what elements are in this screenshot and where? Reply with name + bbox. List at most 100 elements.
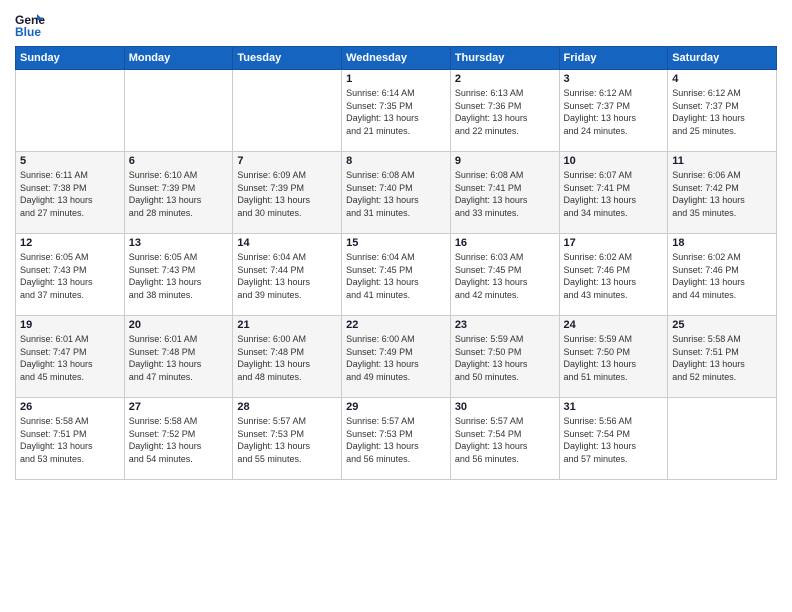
day-cell: 16Sunrise: 6:03 AM Sunset: 7:45 PM Dayli… xyxy=(450,234,559,316)
day-cell xyxy=(16,70,125,152)
day-cell: 26 Sunrise: 5:58 AM Sunset: 7:51 PM Dayli… xyxy=(16,398,125,480)
day-number: 27 xyxy=(129,401,229,413)
day-info: Sunrise: 6:00 AM Sunset: 7:48 PM Dayligh… xyxy=(237,333,337,383)
day-number: 2 xyxy=(455,73,555,85)
logo-icon: General Blue xyxy=(15,10,45,40)
day-number: 10 xyxy=(564,155,664,167)
week-row-5: 26 Sunrise: 5:58 AM Sunset: 7:51 PM Dayli… xyxy=(16,398,777,480)
day-cell: 5Sunrise: 6:11 AM Sunset: 7:38 PM Daylig… xyxy=(16,152,125,234)
day-number: 25 xyxy=(672,319,772,331)
week-row-3: 12 Sunrise: 6:05 AM Sunset: 7:43 PM Dayli… xyxy=(16,234,777,316)
day-cell: 1Sunrise: 6:14 AM Sunset: 7:35 PM Daylig… xyxy=(342,70,451,152)
day-info: Sunrise: 6:11 AM Sunset: 7:38 PM Dayligh… xyxy=(20,169,120,219)
day-cell: 30 Sunrise: 5:57 AM Sunset: 7:54 PM Dayli… xyxy=(450,398,559,480)
day-number: 28 xyxy=(237,401,337,413)
weekday-sunday: Sunday xyxy=(16,47,125,70)
weekday-thursday: Thursday xyxy=(450,47,559,70)
day-info: Sunrise: 6:02 AM Sunset: 7:46 PM Dayligh… xyxy=(564,251,664,301)
weekday-tuesday: Tuesday xyxy=(233,47,342,70)
day-info: Sunrise: 6:05 AM Sunset: 7:43 PM Dayligh… xyxy=(20,251,120,301)
day-number: 26 xyxy=(20,401,120,413)
day-cell: 6Sunrise: 6:10 AM Sunset: 7:39 PM Daylig… xyxy=(124,152,233,234)
day-info: Sunrise: 6:05 AM Sunset: 7:43 PM Dayligh… xyxy=(129,251,229,301)
week-row-1: 1Sunrise: 6:14 AM Sunset: 7:35 PM Daylig… xyxy=(16,70,777,152)
week-row-4: 19 Sunrise: 6:01 AM Sunset: 7:47 PM Dayli… xyxy=(16,316,777,398)
day-number: 4 xyxy=(672,73,772,85)
day-cell: 17 Sunrise: 6:02 AM Sunset: 7:46 PM Dayli… xyxy=(559,234,668,316)
day-cell: 28Sunrise: 5:57 AM Sunset: 7:53 PM Dayli… xyxy=(233,398,342,480)
day-info: Sunrise: 6:00 AM Sunset: 7:49 PM Dayligh… xyxy=(346,333,446,383)
day-info: Sunrise: 6:09 AM Sunset: 7:39 PM Dayligh… xyxy=(237,169,337,219)
day-number: 23 xyxy=(455,319,555,331)
day-info: Sunrise: 5:57 AM Sunset: 7:53 PM Dayligh… xyxy=(346,415,446,465)
weekday-saturday: Saturday xyxy=(668,47,777,70)
day-number: 21 xyxy=(237,319,337,331)
day-cell: 29 Sunrise: 5:57 AM Sunset: 7:53 PM Dayli… xyxy=(342,398,451,480)
day-cell: 14Sunrise: 6:04 AM Sunset: 7:44 PM Dayli… xyxy=(233,234,342,316)
day-number: 24 xyxy=(564,319,664,331)
day-cell: 31 Sunrise: 5:56 AM Sunset: 7:54 PM Dayli… xyxy=(559,398,668,480)
day-info: Sunrise: 5:58 AM Sunset: 7:51 PM Dayligh… xyxy=(20,415,120,465)
calendar-page: General Blue SundayMondayTuesdayWednesda… xyxy=(0,0,792,612)
week-row-2: 5Sunrise: 6:11 AM Sunset: 7:38 PM Daylig… xyxy=(16,152,777,234)
calendar-table: SundayMondayTuesdayWednesdayThursdayFrid… xyxy=(15,46,777,480)
day-info: Sunrise: 6:08 AM Sunset: 7:40 PM Dayligh… xyxy=(346,169,446,219)
day-info: Sunrise: 6:01 AM Sunset: 7:48 PM Dayligh… xyxy=(129,333,229,383)
day-number: 31 xyxy=(564,401,664,413)
day-info: Sunrise: 5:56 AM Sunset: 7:54 PM Dayligh… xyxy=(564,415,664,465)
day-info: Sunrise: 5:58 AM Sunset: 7:51 PM Dayligh… xyxy=(672,333,772,383)
day-number: 9 xyxy=(455,155,555,167)
day-number: 17 xyxy=(564,237,664,249)
day-cell: 9 Sunrise: 6:08 AM Sunset: 7:41 PM Daylig… xyxy=(450,152,559,234)
day-info: Sunrise: 5:57 AM Sunset: 7:54 PM Dayligh… xyxy=(455,415,555,465)
day-cell xyxy=(124,70,233,152)
day-number: 11 xyxy=(672,155,772,167)
day-info: Sunrise: 6:06 AM Sunset: 7:42 PM Dayligh… xyxy=(672,169,772,219)
day-info: Sunrise: 6:12 AM Sunset: 7:37 PM Dayligh… xyxy=(672,87,772,137)
day-cell: 27 Sunrise: 5:58 AM Sunset: 7:52 PM Dayli… xyxy=(124,398,233,480)
day-number: 8 xyxy=(346,155,446,167)
day-cell xyxy=(233,70,342,152)
day-number: 20 xyxy=(129,319,229,331)
day-cell: 24 Sunrise: 5:59 AM Sunset: 7:50 PM Dayli… xyxy=(559,316,668,398)
day-number: 30 xyxy=(455,401,555,413)
day-number: 3 xyxy=(564,73,664,85)
day-cell: 4 Sunrise: 6:12 AM Sunset: 7:37 PM Daylig… xyxy=(668,70,777,152)
day-cell: 2 Sunrise: 6:13 AM Sunset: 7:36 PM Daylig… xyxy=(450,70,559,152)
day-number: 18 xyxy=(672,237,772,249)
day-info: Sunrise: 5:59 AM Sunset: 7:50 PM Dayligh… xyxy=(564,333,664,383)
day-cell: 25 Sunrise: 5:58 AM Sunset: 7:51 PM Dayli… xyxy=(668,316,777,398)
weekday-friday: Friday xyxy=(559,47,668,70)
day-number: 22 xyxy=(346,319,446,331)
logo: General Blue xyxy=(15,10,49,40)
day-info: Sunrise: 6:14 AM Sunset: 7:35 PM Dayligh… xyxy=(346,87,446,137)
day-number: 12 xyxy=(20,237,120,249)
weekday-wednesday: Wednesday xyxy=(342,47,451,70)
day-cell: 18 Sunrise: 6:02 AM Sunset: 7:46 PM Dayli… xyxy=(668,234,777,316)
day-cell: 13Sunrise: 6:05 AM Sunset: 7:43 PM Dayli… xyxy=(124,234,233,316)
day-info: Sunrise: 6:13 AM Sunset: 7:36 PM Dayligh… xyxy=(455,87,555,137)
weekday-monday: Monday xyxy=(124,47,233,70)
day-number: 14 xyxy=(237,237,337,249)
day-number: 29 xyxy=(346,401,446,413)
day-cell: 7Sunrise: 6:09 AM Sunset: 7:39 PM Daylig… xyxy=(233,152,342,234)
day-info: Sunrise: 6:02 AM Sunset: 7:46 PM Dayligh… xyxy=(672,251,772,301)
day-info: Sunrise: 6:07 AM Sunset: 7:41 PM Dayligh… xyxy=(564,169,664,219)
day-info: Sunrise: 6:01 AM Sunset: 7:47 PM Dayligh… xyxy=(20,333,120,383)
day-cell: 19 Sunrise: 6:01 AM Sunset: 7:47 PM Dayli… xyxy=(16,316,125,398)
day-cell: 10 Sunrise: 6:07 AM Sunset: 7:41 PM Dayli… xyxy=(559,152,668,234)
header: General Blue xyxy=(15,10,777,40)
day-number: 6 xyxy=(129,155,229,167)
weekday-header-row: SundayMondayTuesdayWednesdayThursdayFrid… xyxy=(16,47,777,70)
day-number: 19 xyxy=(20,319,120,331)
svg-text:Blue: Blue xyxy=(15,25,41,39)
day-number: 16 xyxy=(455,237,555,249)
day-cell: 15Sunrise: 6:04 AM Sunset: 7:45 PM Dayli… xyxy=(342,234,451,316)
day-info: Sunrise: 6:08 AM Sunset: 7:41 PM Dayligh… xyxy=(455,169,555,219)
day-cell: 8 Sunrise: 6:08 AM Sunset: 7:40 PM Daylig… xyxy=(342,152,451,234)
day-cell: 21 Sunrise: 6:00 AM Sunset: 7:48 PM Dayli… xyxy=(233,316,342,398)
day-cell: 12 Sunrise: 6:05 AM Sunset: 7:43 PM Dayli… xyxy=(16,234,125,316)
day-cell xyxy=(668,398,777,480)
day-cell: 23Sunrise: 5:59 AM Sunset: 7:50 PM Dayli… xyxy=(450,316,559,398)
day-info: Sunrise: 5:58 AM Sunset: 7:52 PM Dayligh… xyxy=(129,415,229,465)
